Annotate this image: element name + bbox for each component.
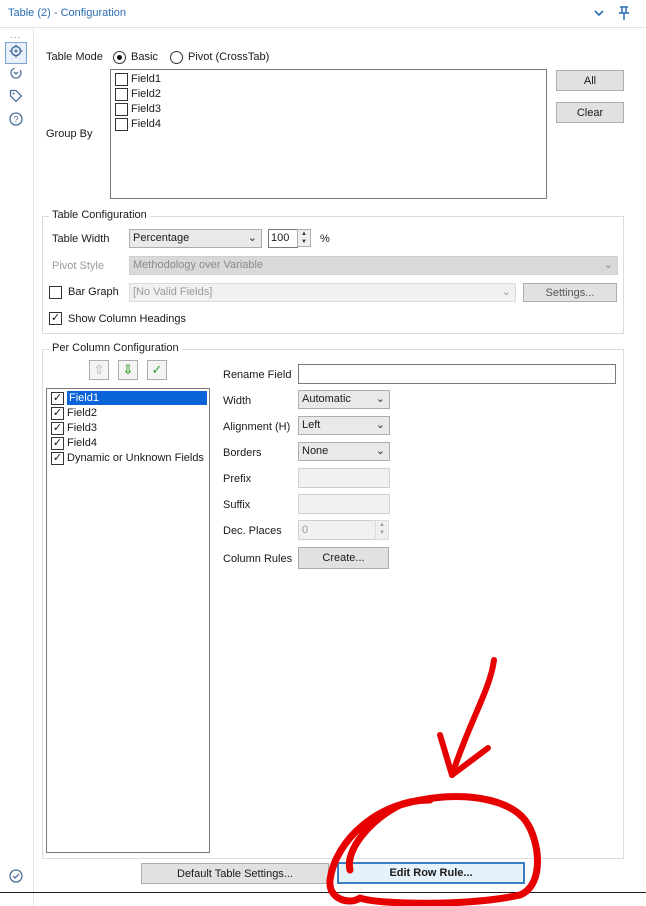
annotation-circle <box>326 793 541 906</box>
annotation-arrow-left-barb <box>437 732 455 778</box>
red-annotation-overlay <box>326 657 541 906</box>
